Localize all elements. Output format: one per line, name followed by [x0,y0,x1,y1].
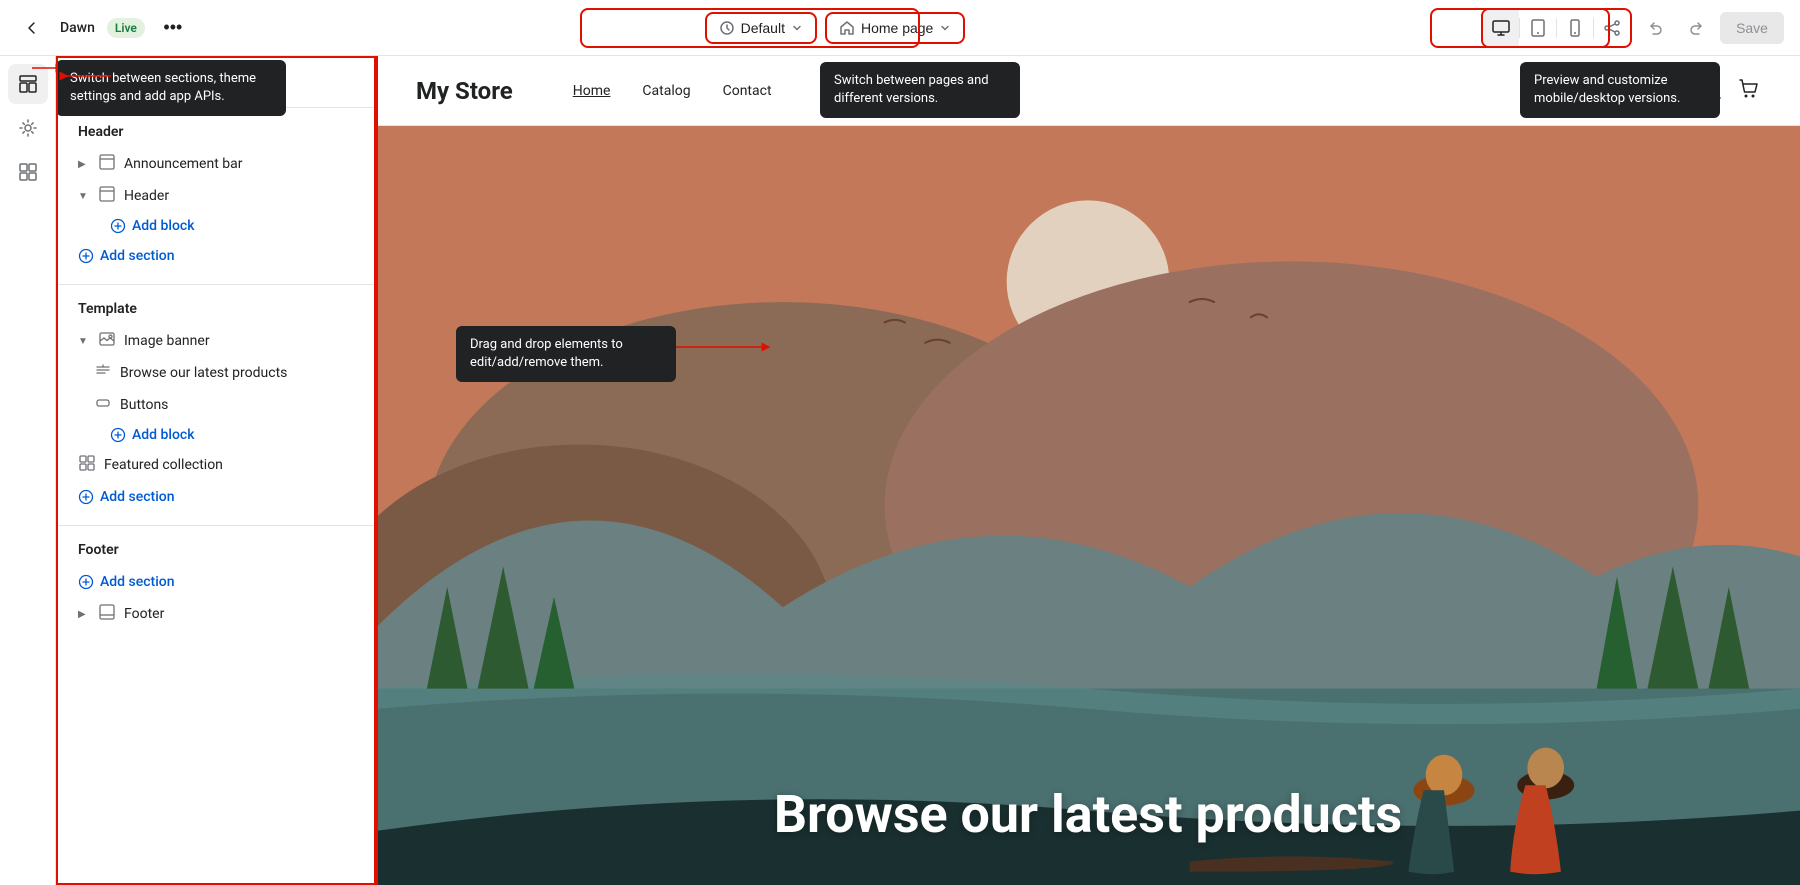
panel-title: Home page [78,72,354,91]
browse-products-item[interactable]: Browse our latest products [58,357,374,389]
homepage-dropdown[interactable]: Home page [825,12,965,44]
back-button[interactable] [16,12,48,44]
default-label: Default [741,20,785,36]
image-banner-label: Image banner [124,333,210,349]
hero-image-banner: Drag and drop elements to edit/add/remov… [376,126,1800,885]
chevron-down-icon: ▼ [78,191,90,202]
top-bar-right: Preview and customize mobile/desktop ver… [1481,8,1784,48]
announcement-bar-item[interactable]: ▶ Announcement bar [58,148,374,180]
chevron-down-icon-2: ▼ [78,336,90,347]
nav-catalog[interactable]: Catalog [642,83,690,99]
announcement-bar-label: Announcement bar [124,156,243,172]
buttons-item[interactable]: Buttons [58,389,374,421]
cart-icon[interactable] [1738,78,1760,104]
add-section-button-template[interactable]: Add section [58,481,374,513]
footer-item[interactable]: ▶ Footer [58,598,374,630]
icon-sidebar [0,56,56,885]
desktop-preview-button[interactable] [1483,10,1519,46]
left-panel: Home page Header ▶ Announcement bar ▼ He… [56,56,376,885]
header-item[interactable]: ▼ Header [58,180,374,212]
search-icon[interactable] [1700,78,1722,104]
preview-area: My Store Home Catalog Contact [376,56,1800,885]
top-bar-left: Dawn Live ••• Switch between sections, t… [16,12,189,44]
text-icon [94,363,112,383]
buttons-label: Buttons [120,397,168,413]
image-banner-item[interactable]: ▼ Image banner [58,325,374,357]
layout-icon [98,154,116,174]
theme-settings-sidebar-button[interactable] [8,108,48,148]
hero-text-area: Browse our latest products [774,784,1402,885]
top-bar-center: Default Home page Switch between pages a… [705,12,966,44]
apps-sidebar-button[interactable] [8,152,48,192]
redo-button[interactable] [1680,12,1712,44]
header-group-label: Header [58,120,374,148]
footer-label: Footer [124,606,164,622]
header-section-group: Header ▶ Announcement bar ▼ Header Add b… [58,108,374,285]
hero-title: Browse our latest products [774,784,1402,845]
header-label: Header [124,188,169,204]
undo-button[interactable] [1640,12,1672,44]
grid-icon [78,455,96,475]
theme-name: Dawn [60,20,95,36]
tablet-preview-button[interactable] [1520,10,1556,46]
header-layout-icon [98,186,116,206]
preview-group [1481,8,1632,48]
store-nav-actions [1700,78,1760,104]
template-section-group: Template ▼ Image banner Browse our lates… [58,285,374,526]
more-options-button[interactable]: ••• [157,12,189,44]
nav-home[interactable]: Home [573,83,611,99]
top-bar: Dawn Live ••• Switch between sections, t… [0,0,1800,56]
browse-products-label: Browse our latest products [120,365,287,381]
nav-contact[interactable]: Contact [723,83,772,99]
store-nav-links: Home Catalog Contact [573,83,772,99]
add-section-button-footer[interactable]: Add section [58,566,374,598]
store-nav: My Store Home Catalog Contact [376,56,1800,126]
image-banner-icon [98,331,116,351]
add-block-button-template[interactable]: Add block [58,421,374,449]
add-section-button-header[interactable]: Add section [58,240,374,272]
template-group-label: Template [58,297,374,325]
chevron-right-icon: ▶ [78,159,90,170]
live-badge: Live [107,18,145,38]
buttons-icon [94,395,112,415]
panel-header: Home page [58,56,374,108]
main-content: Home page Header ▶ Announcement bar ▼ He… [0,56,1800,885]
featured-collection-item[interactable]: Featured collection [58,449,374,481]
homepage-label: Home page [861,20,933,36]
sections-sidebar-button[interactable] [8,64,48,104]
mobile-preview-button[interactable] [1557,10,1593,46]
save-button[interactable]: Save [1720,12,1784,44]
default-dropdown[interactable]: Default [705,12,817,44]
store-logo: My Store [416,77,513,105]
featured-collection-label: Featured collection [104,457,223,473]
add-block-button-header[interactable]: Add block [58,212,374,240]
footer-group-label: Footer [58,538,374,566]
share-preview-button[interactable] [1594,10,1630,46]
footer-section-group: Footer Add section ▶ Footer [58,526,374,642]
footer-layout-icon [98,604,116,624]
chevron-right-icon-footer: ▶ [78,609,90,620]
